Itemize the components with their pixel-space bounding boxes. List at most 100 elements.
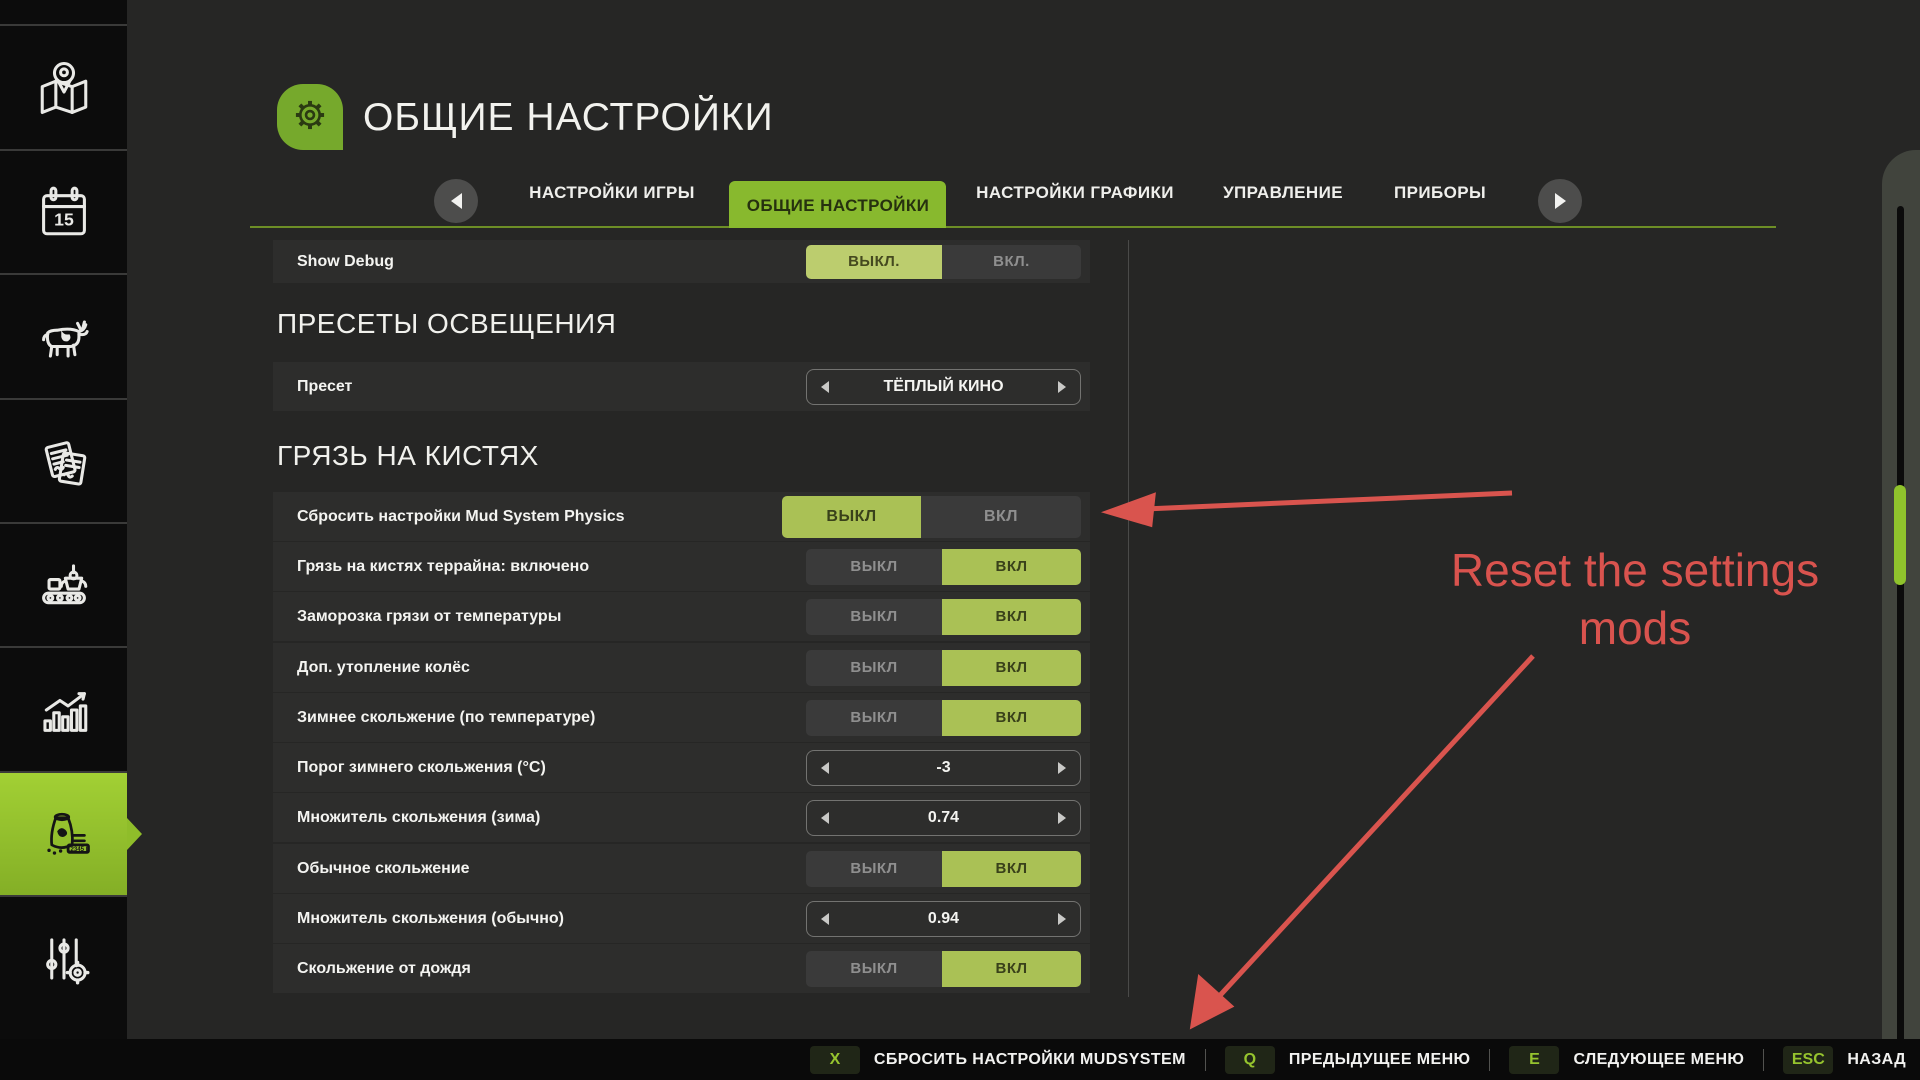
settings-row: Скольжение от дождя ВЫКЛВКЛ (273, 944, 1090, 993)
selector-next-icon[interactable] (1058, 913, 1066, 925)
footer-divider (1205, 1049, 1206, 1071)
settings-row: Зимнее скольжение (по температуре)ВЫКЛВК… (273, 693, 1090, 742)
sidebar: 15 (0, 0, 127, 1080)
value-selector[interactable]: 0.94 (806, 901, 1081, 937)
setting-label: Множитель скольжения (обычно) (297, 910, 564, 928)
hotkey-x[interactable]: X (810, 1046, 860, 1074)
toggle-on[interactable]: ВЫКЛВКЛ (806, 951, 1081, 987)
setting-label: Грязь на кистях террайна: включено (297, 558, 589, 576)
footer-divider (1763, 1049, 1764, 1071)
selector-value: -3 (936, 759, 950, 777)
toggle-off[interactable]: ВЫКЛ.ВКЛ. (806, 245, 1081, 279)
toggle-on[interactable]: ВЫКЛВКЛ (806, 650, 1081, 686)
toggle-off[interactable]: ВЫКЛВКЛ (782, 496, 1081, 538)
selector-prev-icon[interactable] (821, 381, 829, 393)
sidebar-item-contracts[interactable] (0, 398, 127, 522)
selector-next-icon[interactable] (1058, 762, 1066, 774)
toggle-option-off[interactable]: ВЫКЛ (806, 851, 942, 887)
hotkey-e[interactable]: E (1509, 1046, 1559, 1074)
selector-value: 0.94 (928, 910, 959, 928)
general-settings-screen: 15 (0, 0, 1920, 1080)
seed-bag-icon: 12345 L (30, 800, 98, 868)
hotkey-esc[interactable]: ESC (1783, 1046, 1833, 1074)
footer-divider (1489, 1049, 1490, 1071)
toggle-option-off[interactable]: ВЫКЛ (806, 700, 942, 736)
toggle-option-off[interactable]: ВЫКЛ (806, 599, 942, 635)
toggle-on[interactable]: ВЫКЛВКЛ (806, 599, 1081, 635)
documents-icon (30, 427, 98, 495)
hotkey-label: СБРОСИТЬ НАСТРОЙКИ MUDSYSTEM (874, 1051, 1186, 1069)
setting-label: Скольжение от дождя (297, 960, 471, 978)
selector-next-icon[interactable] (1058, 812, 1066, 824)
map-pin-icon (30, 54, 98, 122)
setting-label: Множитель скольжения (зима) (297, 809, 540, 827)
sidebar-item-statistics[interactable] (0, 646, 127, 771)
scrollbar-track[interactable] (1897, 206, 1904, 1040)
toggle-option-on[interactable]: ВКЛ (942, 650, 1081, 686)
hotkey-label: СЛЕДУЮЩЕЕ МЕНЮ (1573, 1051, 1744, 1069)
settings-list-divider (1128, 240, 1129, 997)
toggle-option-on[interactable]: ВКЛ (942, 951, 1081, 987)
tab-3[interactable]: НАСТРОЙКИ ГРАФИКИ (976, 183, 1174, 203)
toggle-option-off[interactable]: ВЫКЛ (806, 549, 942, 585)
tab-4[interactable]: УПРАВЛЕНИЕ (1223, 183, 1343, 203)
tab-5[interactable]: ПРИБОРЫ (1394, 183, 1486, 203)
toggle-option-on[interactable]: ВКЛ (942, 700, 1081, 736)
setting-label: Порог зимнего скольжения (°C) (297, 759, 546, 777)
production-icon (30, 551, 98, 619)
sidebar-item-settings[interactable] (0, 895, 127, 1020)
tab-2-active[interactable]: ОБЩИЕ НАСТРОЙКИ (747, 196, 930, 216)
scrollbar-thumb[interactable] (1894, 485, 1906, 585)
annotation-line1: Reset the settings (1415, 542, 1855, 600)
setting-label: Обычное скольжение (297, 860, 470, 878)
selector-value: 0.74 (928, 809, 959, 827)
selector-prev-icon[interactable] (821, 812, 829, 824)
toggle-option-off[interactable]: ВЫКЛ (782, 496, 921, 538)
hotkey-q[interactable]: Q (1225, 1046, 1275, 1074)
settings-row: Show DebugВЫКЛ.ВКЛ. (273, 240, 1090, 283)
gear-icon (288, 93, 332, 142)
toggle-option-on[interactable]: ВКЛ (921, 496, 1081, 538)
toggle-option-on[interactable]: ВКЛ (942, 599, 1081, 635)
toggle-option-on[interactable]: ВКЛ (942, 851, 1081, 887)
toggle-on[interactable]: ВЫКЛВКЛ (806, 851, 1081, 887)
toggle-on[interactable]: ВЫКЛВКЛ (806, 549, 1081, 585)
settings-row: Множитель скольжения (обычно) 0.94 (273, 894, 1090, 943)
sidebar-item-production[interactable] (0, 522, 127, 646)
tabs-next-button[interactable] (1538, 179, 1582, 223)
settings-row: Обычное скольжение ВЫКЛВКЛ (273, 844, 1090, 893)
toggle-option-on[interactable]: ВКЛ. (942, 245, 1081, 279)
section-header: ПРЕСЕТЫ ОСВЕЩЕНИЯ (277, 308, 616, 340)
value-selector[interactable]: 0.74 (806, 800, 1081, 836)
sidebar-item-map[interactable] (0, 24, 127, 149)
footer-hotkey-bar: XСБРОСИТЬ НАСТРОЙКИ MUDSYSTEMQПРЕДЫДУЩЕЕ… (0, 1039, 1920, 1080)
settings-row: Грязь на кистях террайна: включено ВЫКЛВК… (273, 542, 1090, 591)
toggle-option-on[interactable]: ВКЛ (942, 549, 1081, 585)
chevron-right-icon (1555, 193, 1566, 209)
annotation-text: Reset the settings mods (1415, 542, 1855, 657)
toggle-on[interactable]: ВЫКЛВКЛ (806, 700, 1081, 736)
toggle-option-off[interactable]: ВЫКЛ (806, 650, 942, 686)
setting-label: Заморозка грязи от температуры (297, 608, 561, 626)
svg-text:15: 15 (54, 210, 74, 230)
value-selector[interactable]: ТЁПЛЫЙ КИНО (806, 369, 1081, 405)
value-selector[interactable]: -3 (806, 750, 1081, 786)
setting-label: Пресет (297, 378, 352, 396)
selector-next-icon[interactable] (1058, 381, 1066, 393)
sidebar-item-calendar[interactable]: 15 (0, 149, 127, 273)
page-title-badge (277, 84, 343, 150)
hotkey-label: НАЗАД (1847, 1051, 1906, 1069)
toggle-option-off[interactable]: ВЫКЛ. (806, 245, 942, 279)
chevron-left-icon (451, 193, 462, 209)
settings-row: Порог зимнего скольжения (°C) -3 (273, 743, 1090, 792)
sidebar-item-prices[interactable]: 12345 L (0, 771, 127, 895)
tab-underline (250, 226, 1776, 228)
selector-prev-icon[interactable] (821, 913, 829, 925)
sidebar-item-animals[interactable] (0, 273, 127, 398)
toggle-option-off[interactable]: ВЫКЛ (806, 951, 942, 987)
settings-row: Пресет ТЁПЛЫЙ КИНО (273, 362, 1090, 411)
tab-1[interactable]: НАСТРОЙКИ ИГРЫ (529, 183, 695, 203)
tabs-prev-button[interactable] (434, 179, 478, 223)
settings-row: Доп. утопление колёсВЫКЛВКЛ (273, 643, 1090, 692)
selector-prev-icon[interactable] (821, 762, 829, 774)
